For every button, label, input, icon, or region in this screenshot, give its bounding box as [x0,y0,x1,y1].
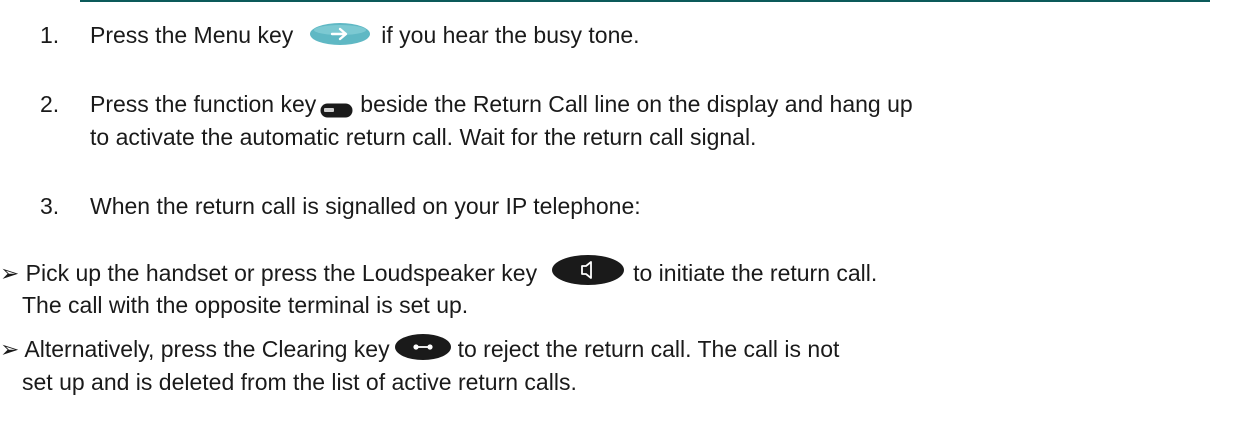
bullet-2: ➢ Alternatively, press the Clearing key t… [0,333,840,363]
step-text: When the return call is signalled on you… [90,193,641,219]
step-3: 3. When the return call is signalled on y… [40,193,641,220]
step-2: 2. Press the function key beside the Retur… [40,91,913,118]
step-number: 3. [40,193,60,219]
bullet-marker: ➢ [0,260,20,286]
bullet-text-before: Alternatively, press the Clearing key [24,336,390,362]
step-text-after: if you hear the busy tone. [381,22,640,48]
step-2-line-2: to activate the automatic return call. W… [90,124,757,150]
bullet-text-after: to initiate the return call. [633,260,878,286]
step-number: 1. [40,22,60,48]
menu-key-icon [309,22,371,46]
bullet-marker: ➢ [0,336,20,362]
bullet-2-line-2: set up and is deleted from the list of a… [22,369,577,395]
function-key-icon [320,97,353,118]
top-rule [80,0,1210,2]
step-text-before: Press the function key [90,91,317,117]
clearing-key-icon [394,333,452,361]
loudspeaker-key-icon [551,254,625,286]
step-text-after: beside the Return Call line on the displ… [360,91,913,117]
step-1: 1. Press the Menu key if you hear the busy… [40,22,640,49]
bullet-1-line-2: The call with the opposite terminal is s… [22,292,469,318]
step-number: 2. [40,91,60,117]
bullet-1: ➢ Pick up the handset or press the Louds… [0,254,878,287]
bullet-text-after: to reject the return call. The call is n… [457,336,840,362]
bullet-text-before: Pick up the handset or press the Loudspe… [25,260,538,286]
step-text-before: Press the Menu key [90,22,294,48]
